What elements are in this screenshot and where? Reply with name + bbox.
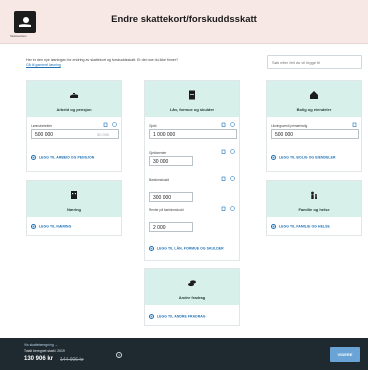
card-bolig-eiendeler: Bolig og eiendeler Likningsverdi primærb… — [266, 80, 362, 172]
help-icon[interactable] — [112, 122, 117, 127]
trash-icon[interactable] — [221, 122, 226, 127]
field-label: Gjeld — [149, 124, 157, 128]
summary-footer: Vis skatteberegning → Totalt beregnet sk… — [0, 338, 368, 370]
add-familie-button[interactable]: + LEGG TIL FAMILIE OG HELSE — [271, 224, 330, 229]
house-icon — [310, 91, 318, 99]
page-title: Endre skattekort/forskuddsskatt — [111, 14, 257, 25]
card-header: Lån, formue og skulder — [145, 81, 239, 117]
renter-bankinnskudd-input[interactable]: 2 000 — [149, 222, 193, 232]
add-label: LEGG TIL FAMILIE OG HELSE — [279, 224, 330, 229]
card-header: Familie og helse — [267, 181, 361, 217]
card-title: Bolig og eiendeler — [296, 107, 332, 112]
card-naering: Næring + LEGG TIL NÆRING — [26, 180, 122, 236]
card-header: Arbeid og pensjon — [27, 81, 121, 117]
add-andre-button[interactable]: + LEGG TIL ANDRE FRADRAG — [149, 314, 206, 319]
previous-value: 50 000 — [97, 132, 110, 137]
plus-icon: + — [149, 246, 154, 251]
card-andre-fradrag: Andre fradrag + LEGG TIL ANDRE FRADRAG — [144, 268, 240, 326]
document-icon — [189, 90, 195, 100]
intro-text-block: Her er den nye løsningen for endring av … — [26, 58, 246, 68]
field-label: Gjeldsrenter — [149, 151, 167, 155]
card-title: Lån, formue og skulder — [169, 107, 215, 112]
total-tax-amount: 130 906 kr — [24, 356, 54, 362]
add-label: LEGG TIL ANDRE FRADRAG — [157, 314, 206, 319]
help-icon[interactable] — [230, 206, 235, 211]
card-familie-helse: Familie og helse + LEGG TIL FAMILIE OG HE… — [266, 180, 362, 236]
field-search-input[interactable] — [267, 55, 362, 69]
add-label: LEGG TIL BOLIG OG EIENDELER — [279, 155, 336, 160]
card-title: Næring — [67, 207, 81, 212]
trash-icon[interactable] — [103, 122, 108, 127]
add-label: LEGG TIL LÅN, FORMUE OG SKULDER — [157, 246, 224, 251]
likningsverdi-input[interactable]: 500 000 — [271, 129, 359, 139]
coins-icon — [188, 280, 196, 287]
family-icon — [311, 191, 317, 199]
card-header: Andre fradrag — [145, 269, 239, 305]
building-icon — [71, 191, 77, 199]
card-title: Andre fradrag — [178, 295, 206, 300]
plus-icon: + — [31, 155, 36, 160]
plus-icon: + — [271, 224, 276, 229]
card-lan-formue: Lån, formue og skulder Gjeld 1 000 000 G… — [144, 80, 240, 261]
previous-tax-amount: 144 906 kr — [60, 357, 84, 363]
trash-icon[interactable] — [221, 149, 226, 154]
field-label: Renter på bankinnskudd — [149, 208, 184, 212]
gjeldsrenter-input[interactable]: 30 000 — [149, 156, 193, 166]
add-label: LEGG TIL NÆRING — [39, 224, 72, 229]
next-button[interactable]: VIDERE — [330, 347, 360, 362]
field-label: Lønnsinntekter — [31, 124, 53, 128]
add-lan-button[interactable]: + LEGG TIL LÅN, FORMUE OG SKULDER — [149, 246, 224, 251]
add-naering-button[interactable]: + LEGG TIL NÆRING — [31, 224, 71, 229]
card-title: Arbeid og pensjon — [56, 107, 92, 112]
field-label: Bankinnskudd — [149, 178, 170, 182]
app-header: Skatteetaten Endre skattekort/forskuddss… — [0, 0, 368, 44]
gjeld-input[interactable]: 1 000 000 — [149, 129, 237, 139]
logo-caption: Skatteetaten — [10, 34, 27, 38]
briefcase-icon — [70, 93, 78, 98]
trash-icon[interactable] — [352, 122, 357, 127]
total-tax-label: Totalt beregnet skatt i 2019 — [24, 349, 65, 353]
card-header: Bolig og eiendeler — [267, 81, 361, 117]
add-arbeid-button[interactable]: + LEGG TIL ARBEID OG PENSJON — [31, 155, 94, 160]
plus-icon: + — [149, 314, 154, 319]
help-icon[interactable] — [230, 122, 235, 127]
bankinnskudd-input[interactable]: 300 000 — [149, 192, 193, 202]
show-calculation-link[interactable]: Vis skatteberegning → — [24, 343, 58, 347]
help-icon[interactable] — [230, 176, 235, 181]
help-icon[interactable] — [230, 149, 235, 154]
field-label: Likningsverdi primærbolig — [271, 124, 308, 128]
trash-icon[interactable] — [221, 206, 226, 211]
plus-icon: + — [31, 224, 36, 229]
card-title: Familie og helse — [298, 207, 330, 212]
card-header: Næring — [27, 181, 121, 217]
add-label: LEGG TIL ARBEID OG PENSJON — [39, 155, 95, 160]
card-arbeid-og-pensjon: Arbeid og pensjon Lønnsinntekter 500 000… — [26, 80, 122, 172]
old-solution-link[interactable]: Gå til gammel løsning — [26, 63, 246, 68]
intro-text: Her er den nye løsningen for endring av … — [26, 58, 179, 62]
info-icon[interactable]: ? — [116, 352, 122, 358]
add-bolig-button[interactable]: + LEGG TIL BOLIG OG EIENDELER — [271, 155, 336, 160]
plus-icon: + — [271, 155, 276, 160]
trash-icon[interactable] — [221, 176, 226, 181]
